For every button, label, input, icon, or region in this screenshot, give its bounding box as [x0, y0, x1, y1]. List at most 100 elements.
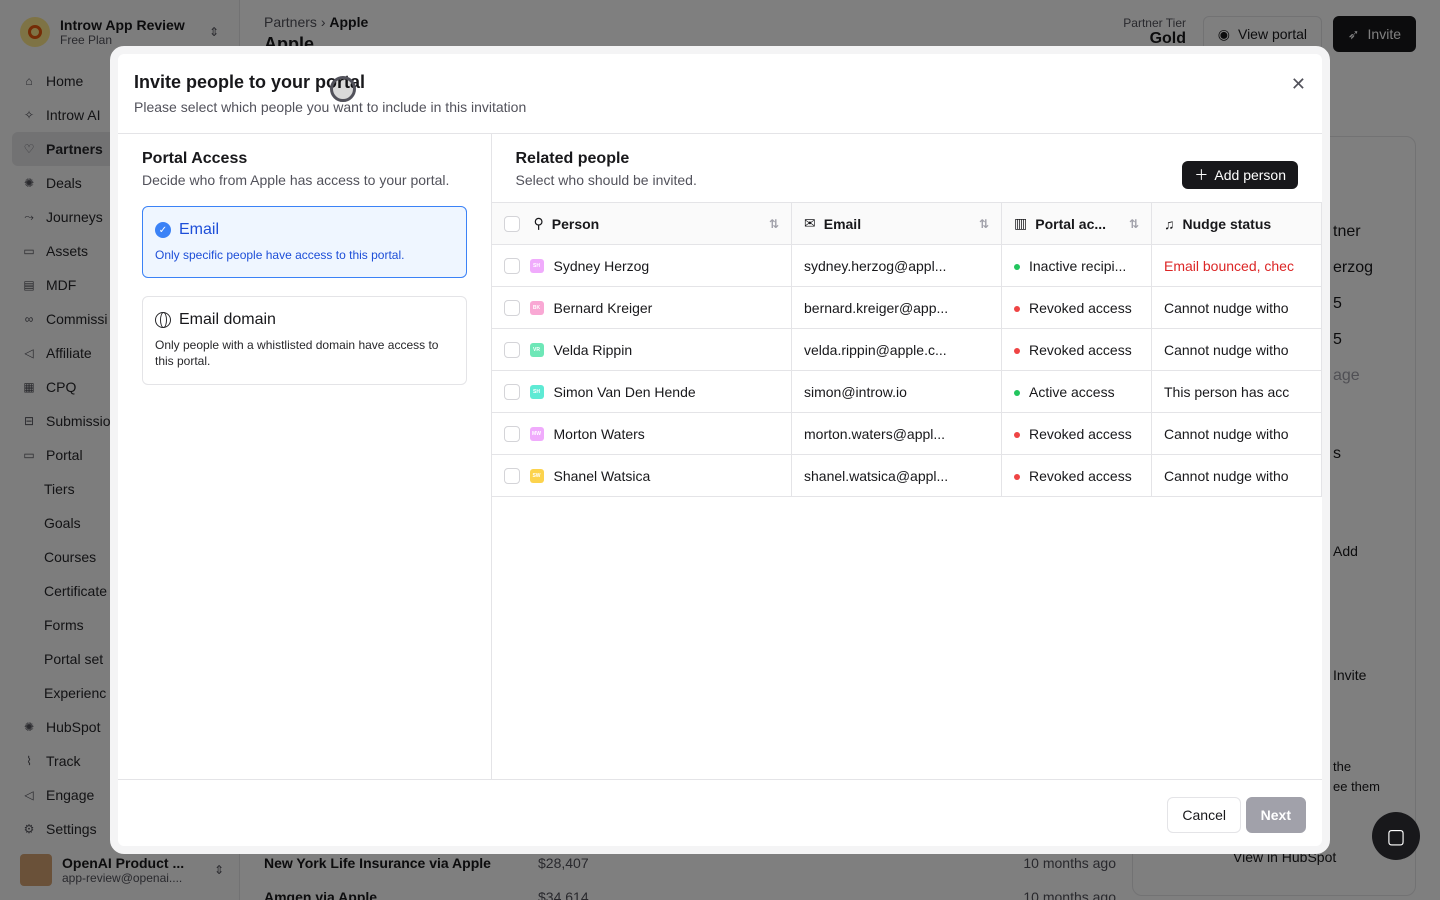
- person-name: Velda Rippin: [553, 341, 633, 358]
- email-cell: shanel.watsica@appl...: [791, 454, 1002, 497]
- table-row[interactable]: SH Sydney Herzog sydney.herzog@appl... Inac…: [491, 244, 1322, 287]
- status-dot: [1014, 431, 1020, 438]
- person-name: Morton Waters: [553, 425, 645, 442]
- related-people-title: Related people: [515, 150, 630, 167]
- portal-access-title: Portal Access: [142, 150, 248, 167]
- row-checkbox[interactable]: [503, 257, 520, 274]
- person-cell: SH Simon Van Den Hende: [491, 370, 792, 413]
- table-header-row: ⚲ Person ⇅ ✉ Email ⇅ ▥ Portal ac... ⇅ ♫ …: [491, 202, 1322, 245]
- column-nudge-status[interactable]: ♫ Nudge status: [1151, 202, 1322, 245]
- portal-access-cell: Revoked access: [1001, 454, 1152, 497]
- building-icon: ▥: [1014, 215, 1028, 231]
- column-label: Nudge status: [1182, 215, 1272, 232]
- option-description: Only people with a whistlisted domain ha…: [155, 338, 439, 369]
- status-dot: [1014, 389, 1020, 396]
- avatar: BK: [529, 300, 544, 315]
- access-option-email[interactable]: ✓ Email Only specific people have access…: [142, 206, 467, 279]
- email-cell: bernard.kreiger@app...: [791, 286, 1002, 329]
- table-row[interactable]: BK Bernard Kreiger bernard.kreiger@app... R…: [491, 286, 1322, 329]
- modal-title: Invite people to your portal: [134, 72, 366, 92]
- table-row[interactable]: SW Shanel Watsica shanel.watsica@appl... Re…: [491, 454, 1322, 497]
- option-label: Email domain: [179, 311, 276, 329]
- person-cell: BK Bernard Kreiger: [491, 286, 792, 329]
- row-checkbox[interactable]: [503, 425, 520, 442]
- row-checkbox[interactable]: [503, 383, 520, 400]
- option-description: Only specific people have access to this…: [155, 248, 405, 262]
- row-checkbox[interactable]: [503, 467, 520, 484]
- column-portal-access[interactable]: ▥ Portal ac... ⇅: [1001, 202, 1152, 245]
- option-label: Email: [179, 221, 220, 238]
- column-email[interactable]: ✉ Email ⇅: [791, 202, 1002, 245]
- person-name: Bernard Kreiger: [553, 299, 653, 316]
- column-label: Person: [551, 215, 600, 232]
- portal-access-subtitle: Decide who from Apple has access to your…: [142, 172, 450, 188]
- portal-access-cell: Revoked access: [1001, 286, 1152, 329]
- row-checkbox[interactable]: [503, 341, 520, 358]
- next-button[interactable]: Next: [1245, 797, 1306, 833]
- person-cell: VR Velda Rippin: [491, 328, 792, 371]
- table-row[interactable]: SH Simon Van Den Hende simon@introw.io Acti…: [491, 370, 1322, 413]
- nudge-status-cell: Email bounced, chec: [1151, 244, 1322, 287]
- modal-subtitle: Please select which people you want to i…: [134, 99, 527, 115]
- person-cell: SH Sydney Herzog: [491, 244, 792, 287]
- status-badge: Active access: [1029, 383, 1115, 400]
- access-option-email-domain[interactable]: Email domain Only people with a whistlis…: [142, 296, 467, 385]
- status-badge: Revoked access: [1029, 299, 1132, 316]
- column-label: Portal ac...: [1035, 215, 1107, 232]
- portal-access-cell: Active access: [1001, 370, 1152, 413]
- email-cell: morton.waters@appl...: [791, 412, 1002, 455]
- related-people-subtitle: Select who should be invited.: [515, 172, 697, 188]
- close-icon[interactable]: ✕: [1291, 74, 1306, 95]
- avatar: SW: [529, 468, 544, 483]
- status-dot: [1014, 473, 1020, 480]
- select-all-checkbox[interactable]: [503, 215, 520, 232]
- person-name: Sydney Herzog: [553, 257, 650, 274]
- people-table: ⚲ Person ⇅ ✉ Email ⇅ ▥ Portal ac... ⇅ ♫ …: [491, 202, 1322, 497]
- cancel-button[interactable]: Cancel: [1167, 797, 1241, 833]
- nudge-status-cell: Cannot nudge witho: [1151, 454, 1322, 497]
- person-name: Shanel Watsica: [553, 467, 651, 484]
- portal-access-section: Portal Access Decide who from Apple has …: [118, 134, 492, 779]
- add-person-label: Add person: [1214, 167, 1286, 183]
- status-badge: Inactive recipi...: [1029, 257, 1127, 274]
- nudge-status-cell: Cannot nudge witho: [1151, 286, 1322, 329]
- sort-icon[interactable]: ⇅: [769, 217, 779, 231]
- status-badge: Revoked access: [1029, 467, 1132, 484]
- status-dot: [1014, 347, 1020, 354]
- nudge-status-cell: Cannot nudge witho: [1151, 412, 1322, 455]
- avatar: SH: [529, 384, 544, 399]
- column-label: Email: [823, 215, 862, 232]
- avatar: SH: [529, 258, 544, 273]
- status-badge: Revoked access: [1029, 341, 1132, 358]
- chat-icon: ▢: [1386, 825, 1406, 848]
- cursor-indicator: [330, 76, 356, 102]
- email-cell: sydney.herzog@appl...: [791, 244, 1002, 287]
- plus-icon: ＋: [1194, 167, 1209, 183]
- modal-header: Invite people to your portal Please sele…: [118, 54, 1322, 134]
- nudge-status-cell: Cannot nudge witho: [1151, 328, 1322, 371]
- person-name: Simon Van Den Hende: [553, 383, 696, 400]
- person-cell: SW Shanel Watsica: [491, 454, 792, 497]
- nudge-status-cell: This person has acc: [1151, 370, 1322, 413]
- chat-launcher-button[interactable]: ▢: [1372, 812, 1420, 860]
- modal-footer: Cancel Next: [118, 779, 1322, 846]
- portal-access-cell: Inactive recipi...: [1001, 244, 1152, 287]
- sort-icon[interactable]: ⇅: [1129, 217, 1139, 231]
- globe-icon: [155, 312, 171, 329]
- add-person-button[interactable]: ＋ Add person: [1182, 161, 1298, 189]
- status-dot: [1014, 263, 1020, 270]
- table-row[interactable]: MW Morton Waters morton.waters@appl... Revo…: [491, 412, 1322, 455]
- portal-access-cell: Revoked access: [1001, 412, 1152, 455]
- sort-icon[interactable]: ⇅: [979, 217, 989, 231]
- person-cell: MW Morton Waters: [491, 412, 792, 455]
- status-dot: [1014, 305, 1020, 312]
- column-person[interactable]: ⚲ Person ⇅: [491, 202, 792, 245]
- bell-icon: ♫: [1164, 215, 1175, 232]
- avatar: MW: [529, 426, 544, 441]
- check-circle-icon: ✓: [155, 222, 171, 238]
- row-checkbox[interactable]: [503, 299, 520, 316]
- email-cell: velda.rippin@apple.c...: [791, 328, 1002, 371]
- table-row[interactable]: VR Velda Rippin velda.rippin@apple.c... Rev…: [491, 328, 1322, 371]
- email-cell: simon@introw.io: [791, 370, 1002, 413]
- person-icon: ⚲: [533, 215, 544, 231]
